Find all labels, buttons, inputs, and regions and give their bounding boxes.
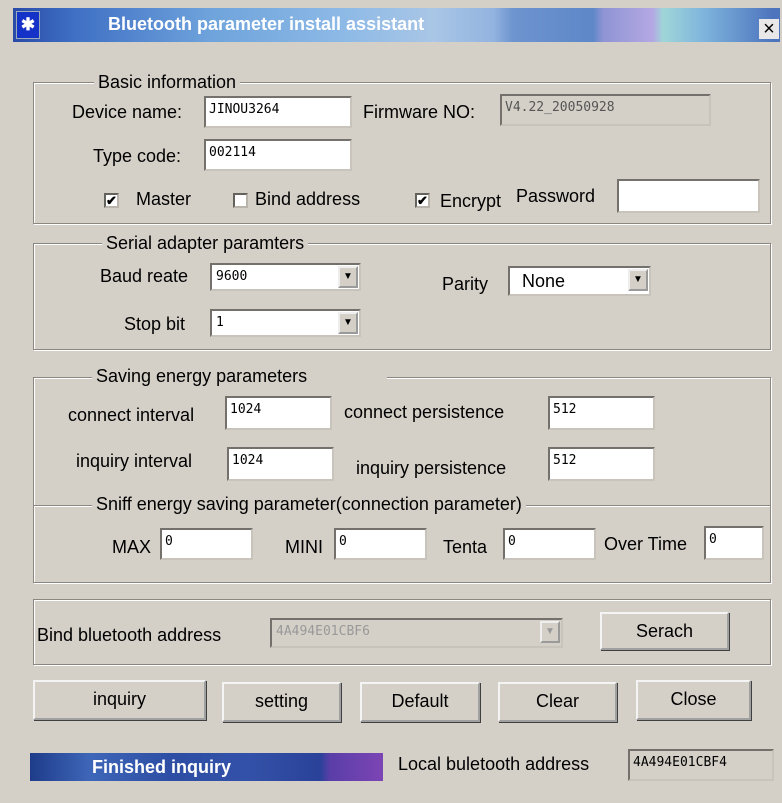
close-icon[interactable]: × <box>759 19 779 39</box>
password-label: Password <box>516 186 596 206</box>
device-name-input[interactable]: JINOU3264 <box>204 96 352 128</box>
mini-label: MINI <box>285 537 323 557</box>
chevron-down-icon[interactable]: ▼ <box>338 266 358 288</box>
inquiry-button[interactable]: inquiry <box>33 680 206 720</box>
bind-bluetooth-address-value: 4A494E01CBF6 <box>276 624 370 639</box>
inquiry-persistence-label: inquiry persistence <box>356 458 507 478</box>
local-address-label: Local buletooth address <box>398 754 590 774</box>
bind-bluetooth-address-select[interactable]: 4A494E01CBF6 ▼ <box>270 618 563 648</box>
parity-value: None <box>522 271 566 291</box>
sniff-legend: Sniff energy saving parameter(connection… <box>92 494 526 515</box>
inquiry-interval-label: inquiry interval <box>76 451 193 471</box>
connect-interval-input[interactable]: 1024 <box>225 396 332 430</box>
chevron-down-icon[interactable]: ▼ <box>628 269 648 291</box>
default-button[interactable]: Default <box>360 682 480 722</box>
type-code-input[interactable]: 002114 <box>204 139 352 171</box>
bind-bluetooth-address-label: Bind bluetooth address <box>37 625 222 645</box>
chevron-down-icon[interactable]: ▼ <box>338 312 358 334</box>
title-bar[interactable]: ✱ Bluetooth parameter install assistant <box>13 8 780 42</box>
search-button[interactable]: Serach <box>600 612 729 650</box>
device-name-label: Device name: <box>72 102 183 122</box>
window-title: Bluetooth parameter install assistant <box>108 14 425 34</box>
bluetooth-icon: ✱ <box>16 11 40 39</box>
stop-bit-select[interactable]: 1 ▼ <box>210 309 361 337</box>
bind-address-label: Bind address <box>255 189 361 209</box>
stop-bit-value: 1 <box>216 315 224 330</box>
inquiry-interval-input[interactable]: 1024 <box>227 447 334 481</box>
connect-interval-label: connect interval <box>68 405 195 425</box>
master-label: Master <box>136 189 192 209</box>
clear-button[interactable]: Clear <box>498 682 617 722</box>
baud-rate-select[interactable]: 9600 ▼ <box>210 263 361 291</box>
type-code-label: Type code: <box>93 146 182 166</box>
bind-address-checkbox[interactable] <box>233 193 248 208</box>
local-address-field: 4A494E01CBF4 <box>628 749 774 781</box>
mini-input[interactable]: 0 <box>334 528 427 560</box>
firmware-label: Firmware NO: <box>363 102 475 122</box>
close-button[interactable]: Close <box>636 680 751 720</box>
parity-select[interactable]: None ▼ <box>508 266 651 296</box>
encrypt-checkbox[interactable]: ✔ <box>415 193 430 208</box>
status-text: Finished inquiry <box>92 757 232 777</box>
tenta-input[interactable]: 0 <box>503 528 596 560</box>
setting-button[interactable]: setting <box>222 682 341 722</box>
inquiry-persistence-input[interactable]: 512 <box>548 447 655 481</box>
basic-information-legend: Basic information <box>94 72 241 93</box>
firmware-field: V4.22_20050928 <box>500 94 711 126</box>
parity-label: Parity <box>442 274 489 294</box>
saving-energy-legend: Saving energy parameters <box>92 366 388 387</box>
max-input[interactable]: 0 <box>160 528 253 560</box>
chevron-down-icon: ▼ <box>540 621 560 643</box>
encrypt-label: Encrypt <box>440 191 502 211</box>
connect-persistence-input[interactable]: 512 <box>548 396 655 430</box>
serial-adapter-legend: Serial adapter paramters <box>102 233 309 254</box>
baud-rate-label: Baud reate <box>100 266 189 286</box>
password-input[interactable] <box>617 179 760 213</box>
tenta-label: Tenta <box>443 537 488 557</box>
overtime-input[interactable]: 0 <box>704 526 764 560</box>
baud-rate-value: 9600 <box>216 269 248 284</box>
max-label: MAX <box>112 537 152 557</box>
connect-persistence-label: connect persistence <box>344 402 505 422</box>
overtime-label: Over Time <box>604 534 688 554</box>
master-checkbox[interactable]: ✔ <box>104 193 119 208</box>
status-bar: Finished inquiry <box>30 753 383 781</box>
stop-bit-label: Stop bit <box>124 314 186 334</box>
